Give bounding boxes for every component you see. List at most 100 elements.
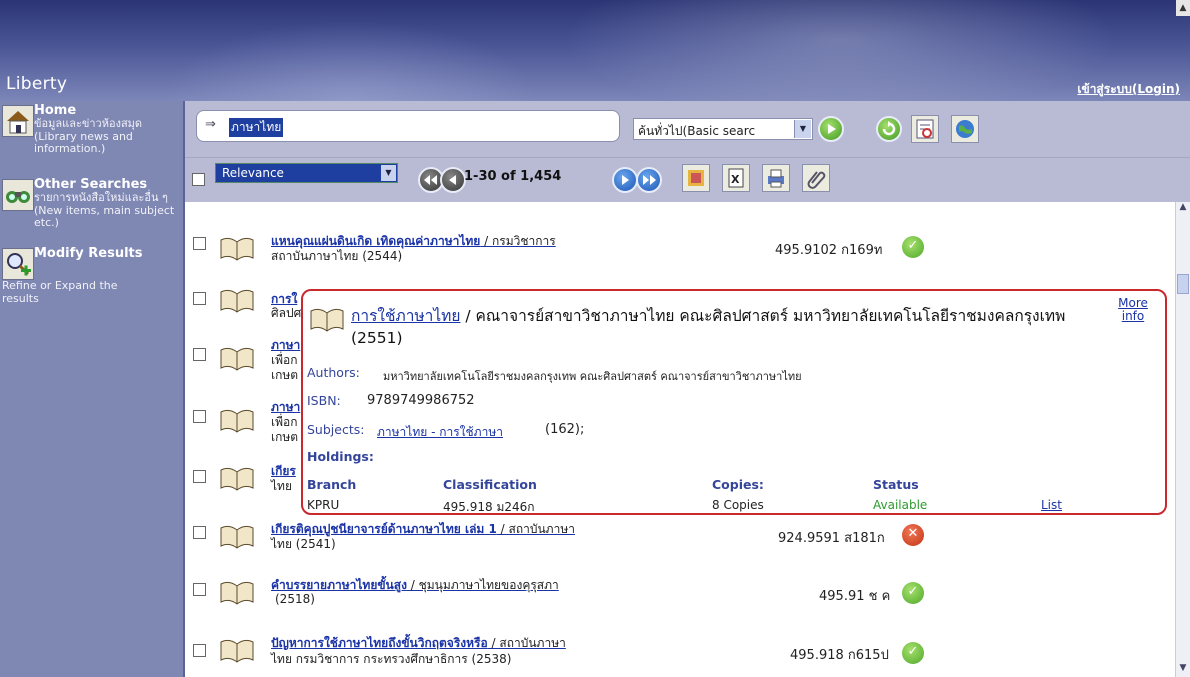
isbn-value: 9789749986752: [367, 393, 475, 408]
sidebar-item-other-searches[interactable]: Other Searches รายการหนังสือใหม่และอื่น …: [0, 177, 183, 245]
bookbag-button[interactable]: [682, 164, 710, 192]
popup-title: การใช้ภาษาไทย / คณาจารย์สาขาวิชาภาษาไทย …: [351, 307, 1066, 347]
book-icon: [220, 347, 254, 371]
subjects-label: Subjects:: [307, 422, 365, 437]
popup-title-link[interactable]: การใช้ภาษาไทย: [351, 307, 460, 325]
result-publisher: สถาบันภาษาไทย (2544): [271, 249, 403, 263]
scroll-up-icon[interactable]: ▲: [1176, 202, 1190, 216]
book-icon: [220, 467, 254, 491]
export-button[interactable]: X: [722, 164, 750, 192]
holding-branch: KPRU: [307, 498, 340, 512]
row-checkbox[interactable]: [193, 410, 206, 423]
book-icon: [220, 237, 254, 261]
advanced-search-button[interactable]: [911, 115, 939, 143]
row-checkbox[interactable]: [193, 348, 206, 361]
row-checkbox[interactable]: [193, 470, 206, 483]
liberty-logo: Liberty: [6, 74, 68, 94]
holding-classification: 495.918 ม246ก: [443, 500, 535, 514]
scrollbar-thumb[interactable]: [1177, 274, 1189, 294]
subject-count: (162);: [545, 422, 585, 437]
select-all-checkbox[interactable]: [192, 173, 205, 186]
row-checkbox[interactable]: [193, 237, 206, 250]
search-type-select[interactable]: ค้นทั่วไป(Basic searc ▼: [633, 118, 813, 140]
book-icon: [220, 289, 254, 313]
available-check-icon: ✓: [902, 642, 924, 664]
isbn-label: ISBN:: [307, 393, 341, 408]
print-button[interactable]: [762, 164, 790, 192]
list-item: แหนคุณแผ่นดินเกิด เทิดคุณค่าภาษาไทย / กร…: [185, 222, 1155, 275]
search-input[interactable]: ⇒ ภาษาไทย: [196, 110, 620, 142]
more-info-link[interactable]: More info: [1115, 297, 1151, 323]
scroll-up-arrow-icon[interactable]: ▲: [1176, 0, 1190, 16]
home-icon: [2, 105, 34, 137]
result-publisher: ศิลปศ: [271, 306, 302, 320]
row-checkbox[interactable]: [193, 644, 206, 657]
record-detail-popup: การใช้ภาษาไทย / คณาจารย์สาขาวิชาภาษาไทย …: [301, 289, 1167, 515]
result-publisher: ไทย: [271, 479, 292, 493]
prev-page-button[interactable]: [440, 167, 466, 193]
sidebar-home-desc: ข้อมูลและข่าวห้องสมุด (Library news and …: [34, 117, 143, 155]
book-icon: [220, 409, 254, 433]
book-icon: [220, 639, 254, 663]
sort-value: Relevance: [222, 166, 284, 180]
authors-value: มหาวิทยาลัยเทคโนโลยีราชมงคลกรุงเทพ คณะศิ…: [383, 370, 802, 383]
call-number: 495.918 ก615ป: [790, 648, 889, 663]
pager-text: 1-30 of 1,454: [464, 169, 562, 184]
call-number: 495.91 ช ค: [819, 589, 891, 604]
available-check-icon: ✓: [902, 582, 924, 604]
call-number: 495.9102 ก169ท: [775, 243, 883, 258]
chevron-down-icon: ▼: [794, 120, 811, 138]
sidebar-item-modify-results[interactable]: Modify Results Refine or Expand the resu…: [0, 246, 183, 310]
sidebar-modify-results-desc: Refine or Expand the results: [2, 279, 118, 305]
row-checkbox[interactable]: [193, 583, 206, 596]
scroll-down-icon[interactable]: ▼: [1176, 663, 1190, 677]
book-icon: [220, 525, 254, 549]
app-header: Liberty เข้าสู่ระบบ(Login): [0, 0, 1190, 101]
book-icon: [310, 308, 344, 332]
search-go-button[interactable]: [818, 116, 844, 142]
holding-status: Available: [873, 498, 928, 512]
holdings-col-status: Status: [873, 477, 919, 492]
globe-button[interactable]: [951, 115, 979, 143]
svg-text:X: X: [731, 173, 740, 186]
holdings-col-classification: Classification: [443, 477, 537, 492]
result-publisher-line2: เกษต: [271, 430, 299, 444]
book-icon: [220, 581, 254, 605]
binoculars-icon: [2, 179, 34, 211]
holding-copies: 8 Copies: [712, 498, 764, 512]
chevron-down-icon: ▼: [381, 165, 396, 181]
result-publisher: ไทย (2541): [271, 537, 336, 551]
refresh-button[interactable]: [876, 116, 902, 142]
holdings-label: Holdings:: [307, 449, 374, 464]
call-number: 924.9591 ส181ก: [778, 531, 885, 546]
holdings-col-copies: Copies:: [712, 477, 764, 492]
list-item: คำบรรยายภาษาไทยขั้นสูง / ชุมนุมภาษาไทยขอ…: [185, 564, 1155, 621]
holdings-col-branch: Branch: [307, 477, 357, 492]
arrow-right-icon: ⇒: [205, 117, 216, 132]
last-page-button[interactable]: [636, 167, 662, 193]
sidebar-other-searches-desc: รายการหนังสือใหม่และอื่น ๆ (New items, m…: [34, 191, 175, 229]
list-item: ปัญหาการใช้ภาษาไทยถึงขั้นวิกฤตจริงหรือ /…: [185, 620, 1155, 676]
result-publisher: ไทย กรมวิชาการ กระทรวงศึกษาธิการ (2538): [271, 652, 512, 666]
row-checkbox[interactable]: [193, 292, 206, 305]
row-checkbox[interactable]: [193, 526, 206, 539]
magnifier-plus-icon: [2, 248, 34, 280]
list-item: [185, 202, 1155, 223]
search-value: ภาษาไทย: [229, 118, 284, 137]
unavailable-x-icon: ✕: [902, 524, 924, 546]
login-link[interactable]: เข้าสู่ระบบ(Login): [1077, 80, 1180, 99]
holding-list-link[interactable]: List: [1041, 498, 1062, 512]
sidebar-modify-results-label: Modify Results: [34, 246, 143, 261]
results-scrollbar[interactable]: ▲ ▼: [1175, 202, 1190, 677]
sidebar-item-home[interactable]: Home ข้อมูลและข่าวห้องสมุด (Library news…: [0, 103, 183, 155]
sidebar-other-searches-label: Other Searches: [34, 177, 148, 192]
authors-label: Authors:: [307, 365, 360, 380]
sort-select[interactable]: Relevance ▼: [215, 163, 398, 183]
result-publisher: (2518): [275, 592, 315, 606]
attach-button[interactable]: [802, 164, 830, 192]
sidebar-home-label: Home: [34, 103, 77, 118]
search-type-value: ค้นทั่วไป(Basic searc: [638, 124, 756, 138]
next-page-button[interactable]: [612, 167, 638, 193]
result-publisher-line2: เกษต: [271, 368, 299, 382]
subject-link[interactable]: ภาษาไทย - การใช้ภาษา: [377, 423, 503, 442]
